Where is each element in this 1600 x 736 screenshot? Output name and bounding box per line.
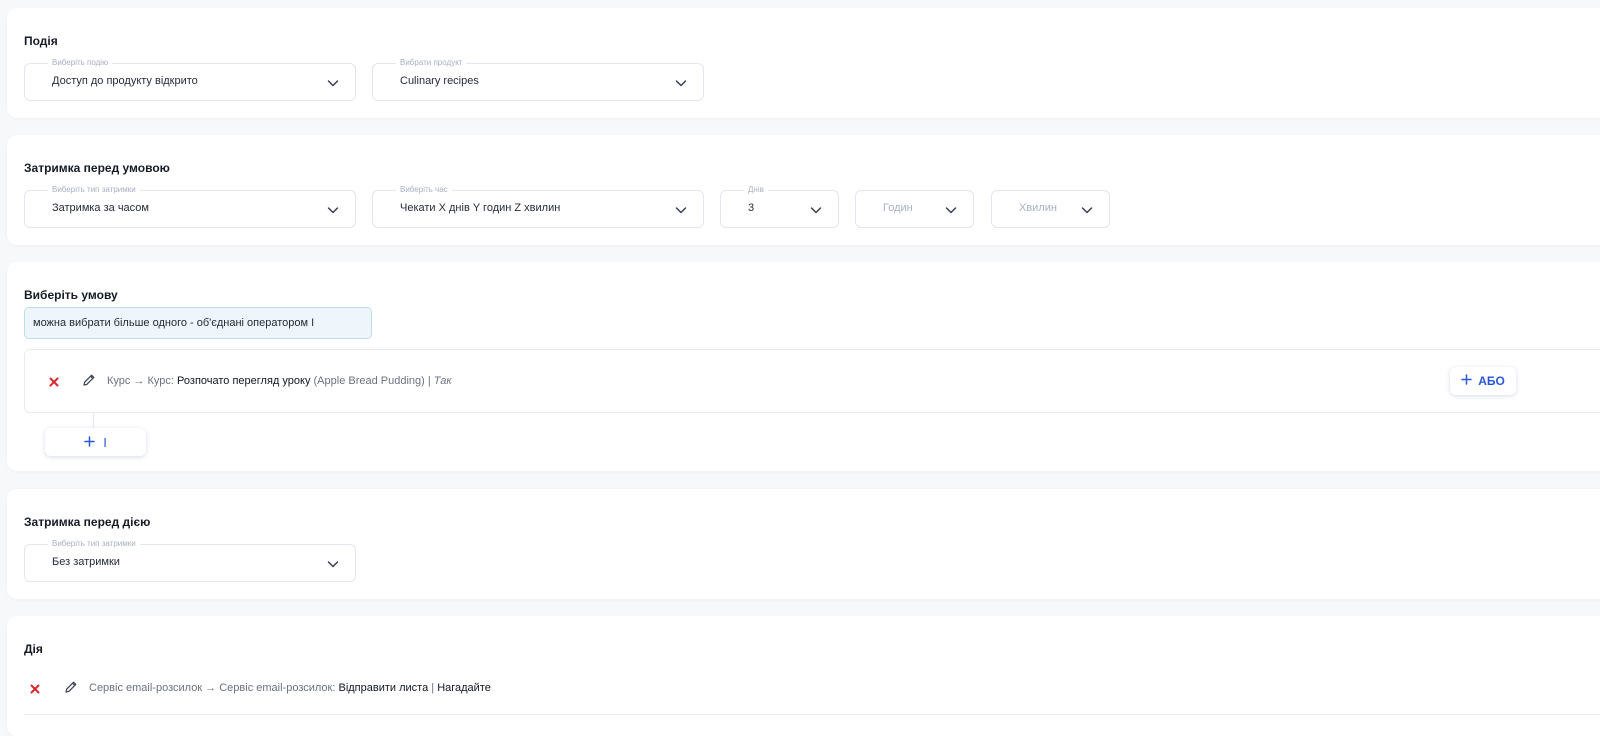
product-select-legend: Вибрати продукт	[396, 58, 467, 68]
delay-time-select-value: Чекати X днів Y годин Z хвилин	[400, 202, 561, 214]
delay-before-action-section: Затримка перед дією Виберіть тип затримк…	[7, 489, 1600, 599]
chevron-down-icon	[327, 77, 339, 89]
delay-before-condition-title: Затримка перед умовою	[24, 161, 170, 175]
delay-type-select-value: Затримка за часом	[52, 202, 149, 214]
minutes-select[interactable]: Хвилин	[991, 190, 1110, 228]
product-select-value: Culinary recipes	[400, 75, 479, 87]
delay-type-select-legend: Виберіть тип затримки	[48, 185, 140, 195]
event-select-legend: Виберіть подію	[48, 58, 113, 68]
delay-time-select-legend: Виберіть час	[396, 185, 452, 195]
chevron-down-icon	[675, 77, 687, 89]
condition-rule-target: (Apple Bread Pudding)	[313, 375, 425, 387]
chevron-down-icon	[945, 204, 957, 216]
action-divider	[24, 714, 1600, 715]
event-select-value: Доступ до продукту відкрито	[52, 75, 198, 87]
delay-before-action-title: Затримка перед дією	[24, 515, 151, 529]
chevron-down-icon	[810, 204, 822, 216]
delay-time-select[interactable]: Виберіть час Чекати X днів Y годин Z хви…	[372, 185, 704, 228]
chevron-down-icon	[327, 204, 339, 216]
action-delay-type-select-legend: Виберіть тип затримки	[48, 539, 140, 549]
pencil-icon[interactable]	[82, 373, 96, 387]
plus-icon	[84, 435, 95, 450]
action-section-title: Дія	[24, 642, 43, 656]
hours-select-placeholder: Годин	[883, 202, 913, 214]
add-or-button[interactable]: АБО	[1450, 367, 1516, 395]
event-section-title: Подія	[24, 34, 58, 48]
chevron-down-icon	[1081, 204, 1093, 216]
days-select-value: 3	[748, 202, 755, 214]
add-or-button-label: АБО	[1478, 374, 1505, 388]
close-icon[interactable]	[29, 682, 41, 694]
condition-rule-source: Курс → Курс:	[107, 375, 174, 387]
condition-section-title: Виберіть умову	[24, 288, 118, 302]
add-and-button[interactable]: І	[45, 428, 146, 456]
action-section: Дія Сервіс email-розсилок → Сервіс email…	[7, 616, 1600, 736]
delay-type-select[interactable]: Виберіть тип затримки Затримка за часом	[24, 185, 356, 228]
condition-rule-separator: |	[427, 375, 431, 387]
action-rule-action: Відправити листа	[338, 682, 429, 694]
action-delay-type-select-value: Без затримки	[52, 556, 120, 568]
days-select-legend: Днів	[744, 185, 768, 195]
product-select[interactable]: Вибрати продукт Culinary recipes	[372, 58, 704, 101]
delay-before-condition-section: Затримка перед умовою Виберіть тип затри…	[7, 135, 1600, 245]
condition-rule-text[interactable]: Курс → Курс: Розпочато перегляд уроку (A…	[107, 375, 452, 387]
close-icon[interactable]	[48, 375, 60, 387]
chevron-down-icon	[675, 204, 687, 216]
chevron-down-icon	[327, 558, 339, 570]
action-rule-text[interactable]: Сервіс email-розсилок → Сервіс email-роз…	[89, 682, 491, 694]
action-rule-value: Нагадайте	[437, 682, 491, 694]
condition-rule-value: Так	[433, 375, 452, 387]
pencil-icon[interactable]	[64, 680, 78, 694]
event-section: Подія Виберіть подію Доступ до продукту …	[7, 8, 1600, 118]
condition-hint: можна вибрати більше одного - об'єднані …	[24, 307, 372, 339]
add-and-button-label: І	[103, 434, 107, 450]
condition-rule-action: Розпочато перегляд уроку	[177, 375, 311, 387]
minutes-select-placeholder: Хвилин	[1019, 202, 1057, 214]
action-delay-type-select[interactable]: Виберіть тип затримки Без затримки	[24, 539, 356, 582]
hours-select[interactable]: Годин	[855, 190, 974, 228]
action-rule-separator: |	[431, 682, 435, 694]
plus-icon	[1461, 374, 1472, 388]
days-select[interactable]: Днів 3	[720, 185, 839, 228]
event-select[interactable]: Виберіть подію Доступ до продукту відкри…	[24, 58, 356, 101]
condition-section: Виберіть умову можна вибрати більше одно…	[7, 262, 1600, 471]
condition-rule-row: Курс → Курс: Розпочато перегляд уроку (A…	[24, 349, 1600, 413]
condition-tree-connector	[93, 413, 94, 429]
action-rule-source: Сервіс email-розсилок → Сервіс email-роз…	[89, 682, 336, 694]
